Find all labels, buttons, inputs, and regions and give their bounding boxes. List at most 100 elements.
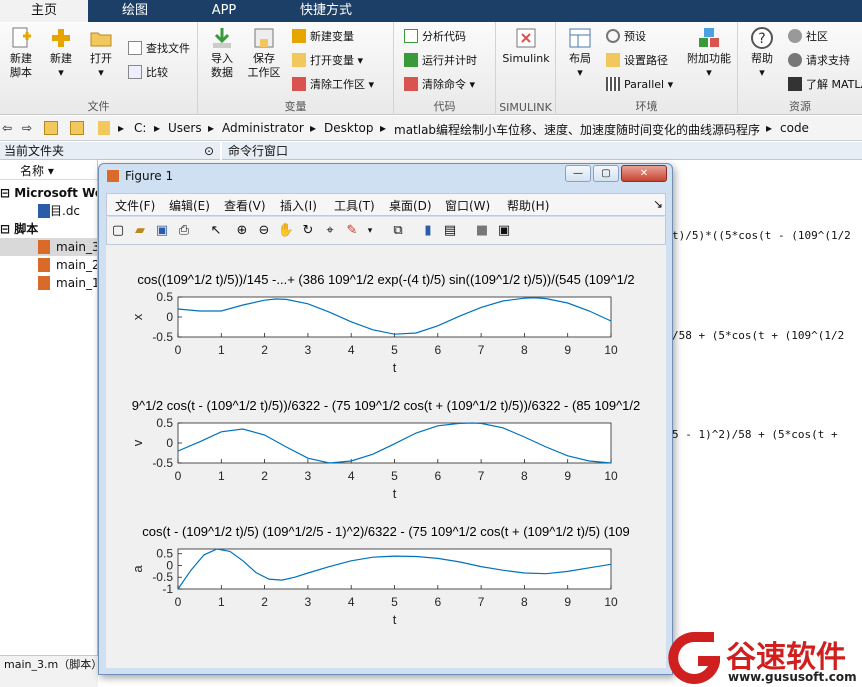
community-button[interactable]: 社区	[788, 28, 828, 46]
layout-button[interactable]: 布局 ▾	[562, 26, 598, 80]
panel-menu-icon[interactable]: ⊙	[204, 142, 214, 160]
current-folder-header: 当前文件夹 ⊙	[0, 142, 220, 160]
set-path-button[interactable]: 设置路径	[606, 52, 668, 70]
pan-icon[interactable]: ✋	[277, 222, 295, 240]
clear-commands-button[interactable]: 清除命令 ▾	[404, 76, 475, 94]
figure-title: Figure 1	[125, 169, 174, 183]
breadcrumb-project[interactable]: matlab编程绘制小车位移、速度、加速度随时间变化的曲线源码程序	[394, 121, 760, 138]
breadcrumb-code[interactable]: code	[780, 121, 809, 135]
preferences-button[interactable]: 预设	[606, 28, 646, 46]
plus-icon	[52, 29, 70, 47]
menu-tools[interactable]: 工具(T)	[334, 197, 375, 214]
file-details-bar: main_3.m（脚本）	[0, 655, 98, 687]
data-cursor-icon[interactable]: ⌖	[321, 222, 339, 240]
breadcrumb-administrator[interactable]: Administrator	[222, 121, 304, 135]
tab-shortcuts[interactable]: 快捷方式	[270, 0, 382, 22]
tab-plots[interactable]: 绘图	[92, 0, 178, 22]
new-variable-button[interactable]: 新建变量	[292, 28, 354, 46]
request-support-button[interactable]: 请求支持	[788, 52, 850, 70]
link-plot-icon[interactable]: ⧉	[389, 222, 407, 240]
layout-icon	[569, 28, 591, 48]
clear-commands-icon	[404, 77, 418, 91]
add-ons-button[interactable]: 附加功能 ▾	[684, 26, 734, 80]
tab-home[interactable]: 主页	[0, 0, 88, 22]
group-variable: 导入 数据 保存 工作区 新建变量 打开变量 ▾ 清除工作区 ▾ 变量	[198, 22, 394, 115]
back-icon[interactable]: ⇦	[2, 121, 12, 135]
analyze-code-button[interactable]: 分析代码	[404, 28, 466, 46]
up-folder-icon[interactable]	[44, 121, 58, 135]
x-tick-label: 2	[261, 469, 268, 483]
clear-workspace-button[interactable]: 清除工作区 ▾	[292, 76, 374, 94]
open-variable-button[interactable]: 打开变量 ▾	[292, 52, 363, 70]
compare-button[interactable]: 比较	[128, 64, 168, 82]
logo-mark-icon	[668, 632, 720, 684]
column-name-header[interactable]: 名称 ▾	[0, 162, 97, 180]
current-folder-panel: 名称 ▾ ⊟ Microsoft Wo 题目.dc ⊟ 脚本 main_3 ma…	[0, 160, 98, 655]
x-tick-label: 4	[348, 469, 355, 483]
colorbar-icon[interactable]: ▮	[419, 222, 437, 240]
menu-edit[interactable]: 编辑(E)	[169, 197, 210, 214]
group-simulink: Simulink SIMULINK	[496, 22, 556, 115]
command-window-header: 命令行窗口	[222, 142, 862, 160]
chevron-down-icon[interactable]: ▾	[361, 222, 379, 240]
script-file-icon	[38, 276, 50, 290]
tab-apps[interactable]: APP	[182, 0, 266, 22]
minimize-button[interactable]: —	[565, 165, 591, 182]
x-tick-label: 10	[604, 595, 618, 609]
save-figure-icon[interactable]: ▣	[153, 222, 171, 240]
pointer-icon[interactable]: ↖	[207, 222, 225, 240]
menu-insert[interactable]: 插入(I)	[280, 197, 317, 214]
figure-canvas: cos((109^1/2 t)/5))/145 -...+ (386 109^1…	[106, 245, 666, 668]
brush-icon[interactable]: ✎	[343, 222, 361, 240]
menu-window[interactable]: 窗口(W)	[445, 197, 490, 214]
figure-window[interactable]: Figure 1 — ▢ ✕ 文件(F) 编辑(E) 查看(V) 插入(I) 工…	[98, 163, 673, 675]
legend-icon[interactable]: ▤	[441, 222, 459, 240]
group-scripts[interactable]: ⊟ 脚本	[0, 220, 97, 238]
save-icon	[254, 28, 274, 48]
address-bar: ⇦ ⇨ ▸ C: ▸ Users ▸ Administrator ▸ Deskt…	[0, 116, 862, 141]
forward-icon[interactable]: ⇨	[22, 121, 32, 135]
zoom-in-icon[interactable]: ⊕	[233, 222, 251, 240]
new-button[interactable]: 新建 ▾	[44, 26, 78, 80]
hide-plot-tools-icon[interactable]: ■	[473, 222, 491, 240]
chevron-down-icon: ▾	[58, 66, 64, 79]
save-workspace-button[interactable]: 保存 工作区	[244, 26, 284, 80]
command-output-line: /58 + (5*cos(t + (109^(1/2	[672, 329, 845, 342]
print-icon[interactable]: ⎙	[175, 222, 193, 240]
group-word-files[interactable]: ⊟ Microsoft Wo	[0, 184, 97, 202]
menu-file[interactable]: 文件(F)	[115, 197, 155, 214]
maximize-button[interactable]: ▢	[593, 165, 619, 182]
script-file-icon	[38, 258, 50, 272]
current-folder-title: 当前文件夹	[4, 144, 65, 158]
help-button[interactable]: ? 帮助 ▾	[744, 26, 780, 80]
new-figure-icon[interactable]: ▢	[109, 222, 127, 240]
open-file-icon[interactable]: ▰	[131, 222, 149, 240]
open-button[interactable]: 打开 ▾	[84, 26, 118, 80]
breadcrumb-desktop[interactable]: Desktop	[324, 121, 374, 135]
command-output-line: 5 - 1)^2)/58 + (5*cos(t +	[672, 428, 838, 441]
new-script-button[interactable]: 新建 脚本	[4, 26, 38, 80]
subplot-title: cos(t - (109^1/2 t)/5) (109^1/2/5 - 1)^2…	[142, 524, 630, 539]
x-tick-label: 5	[391, 343, 398, 357]
show-plot-tools-icon[interactable]: ▣	[495, 222, 513, 240]
compare-icon	[128, 65, 142, 79]
browse-folder-icon[interactable]	[70, 121, 84, 135]
dock-arrow-icon[interactable]: ↘	[653, 197, 663, 211]
x-axis-label: t	[393, 360, 397, 375]
breadcrumb-drive[interactable]: C:	[134, 121, 146, 135]
find-files-button[interactable]: 查找文件	[128, 40, 190, 58]
parallel-button[interactable]: Parallel ▾	[606, 76, 673, 94]
run-and-time-button[interactable]: 运行并计时	[404, 52, 477, 70]
close-button[interactable]: ✕	[621, 165, 667, 182]
import-data-button[interactable]: 导入 数据	[202, 26, 242, 80]
rotate-icon[interactable]: ↻	[299, 222, 317, 240]
group-environment: 布局 ▾ 预设 设置路径 Parallel ▾ 附加功能 ▾ 环境	[556, 22, 738, 115]
learn-matlab-button[interactable]: 了解 MATLAB	[788, 76, 862, 94]
menu-desktop[interactable]: 桌面(D)	[389, 197, 432, 214]
simulink-button[interactable]: Simulink	[498, 26, 554, 66]
menu-view[interactable]: 查看(V)	[224, 197, 266, 214]
analyze-icon	[404, 29, 418, 43]
breadcrumb-users[interactable]: Users	[168, 121, 202, 135]
zoom-out-icon[interactable]: ⊖	[255, 222, 273, 240]
menu-help[interactable]: 帮助(H)	[507, 197, 549, 214]
